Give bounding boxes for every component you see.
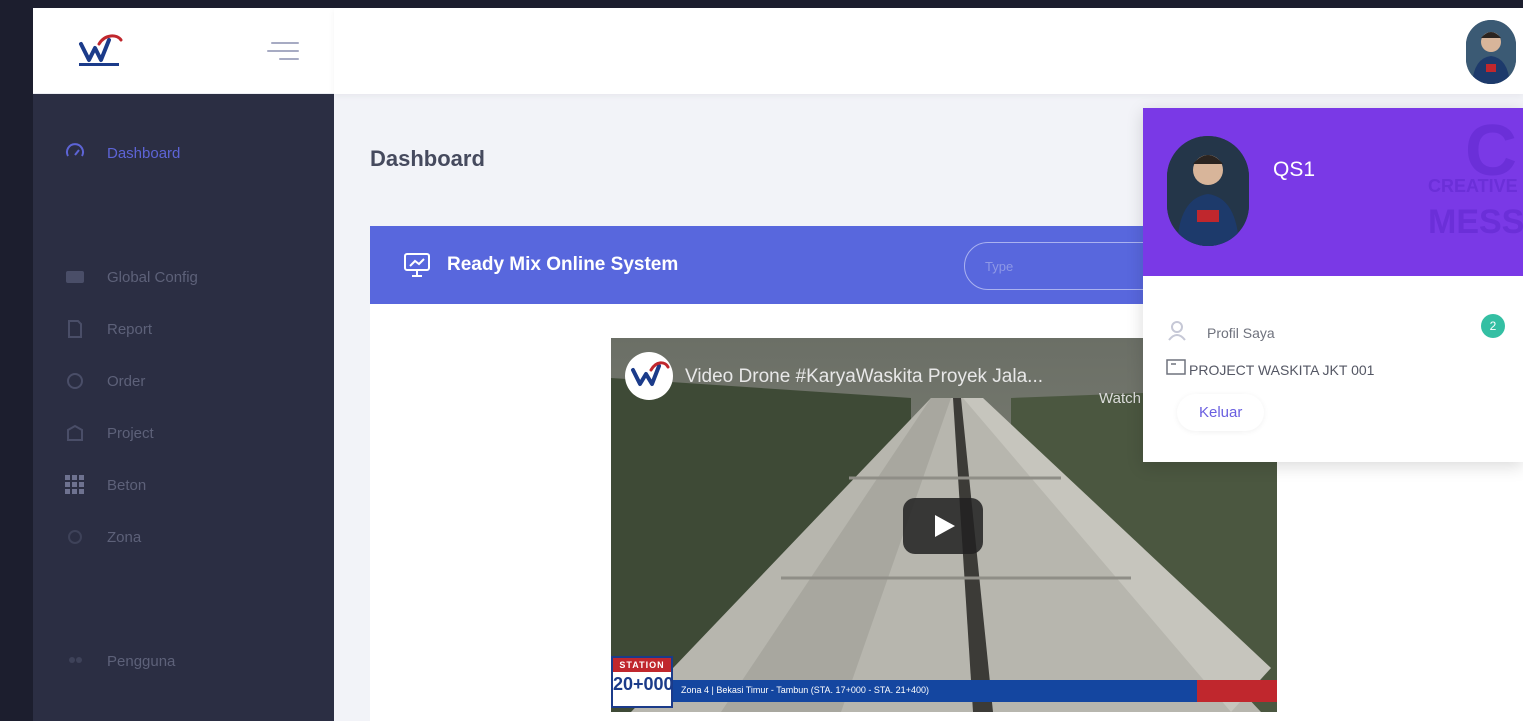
sidebar-item-global-config[interactable]: Global Config bbox=[63, 262, 323, 292]
dropdown-item-label: PROJECT WASKITA JKT 001 bbox=[1189, 361, 1375, 378]
presentation-icon bbox=[404, 253, 430, 277]
sidebar-item-dashboard[interactable]: Dashboard bbox=[63, 138, 323, 168]
sidebar-item-label: Dashboard bbox=[107, 144, 181, 162]
dropdown-item-label: Profil Saya bbox=[1207, 324, 1275, 341]
page-title: Dashboard bbox=[370, 146, 485, 171]
waskita-logo[interactable] bbox=[75, 30, 125, 70]
sidebar-item-zona[interactable]: Zona bbox=[63, 522, 323, 552]
channel-logo-icon[interactable] bbox=[625, 352, 673, 400]
station-value: 20+000 bbox=[613, 674, 674, 694]
sidebar-item-label: Report bbox=[107, 320, 153, 338]
dropdown-item-profil-saya[interactable]: Profil Saya bbox=[1165, 318, 1275, 347]
sidebar-item-label: Pengguna bbox=[107, 652, 176, 670]
station-label: STATION bbox=[613, 658, 671, 672]
sidebar-item-order[interactable]: Order bbox=[63, 366, 323, 396]
sidebar-item-label: Global Config bbox=[107, 268, 198, 286]
video-title[interactable]: Video Drone #KaryaWaskita Proyek Jala... bbox=[685, 366, 1043, 388]
order-icon bbox=[63, 369, 87, 393]
play-icon bbox=[935, 515, 955, 537]
watch-later-label[interactable]: Watch bbox=[1099, 390, 1141, 407]
config-icon bbox=[63, 265, 87, 289]
header-bg-word: CREATIVE bbox=[1428, 176, 1518, 196]
sidebar: Dashboard Global Config Report Order Pro… bbox=[33, 94, 334, 721]
ticker-date-strip bbox=[1197, 680, 1277, 702]
portlet-title: Ready Mix Online System bbox=[447, 254, 679, 275]
sidebar-item-beton[interactable]: Beton bbox=[63, 470, 323, 500]
dropdown-header: C CREATIVE MESS QS1 bbox=[1143, 108, 1523, 276]
grid-icon bbox=[63, 473, 87, 497]
sidebar-item-label: Beton bbox=[107, 476, 147, 494]
profile-icon bbox=[1165, 318, 1189, 347]
play-button[interactable] bbox=[903, 498, 983, 554]
app-frame: Dashboard Global Config Report Order Pro… bbox=[33, 8, 1523, 721]
station-marker: STATION 20+000 bbox=[611, 656, 674, 708]
sidebar-item-label: Zona bbox=[107, 528, 142, 546]
sidebar-item-label: Order bbox=[107, 372, 146, 390]
dropdown-item-project[interactable]: PROJECT WASKITA JKT 001 bbox=[1165, 358, 1374, 381]
report-icon bbox=[63, 317, 87, 341]
dropdown-avatar bbox=[1167, 136, 1249, 246]
user-avatar[interactable] bbox=[1466, 20, 1516, 84]
dashboard-icon bbox=[63, 141, 87, 165]
top-header bbox=[334, 8, 1523, 94]
zone-icon bbox=[63, 525, 87, 549]
sidebar-item-report[interactable]: Report bbox=[63, 314, 323, 344]
ticker-text: Zona 4 | Bekasi Timur - Tambun (STA. 17+… bbox=[681, 685, 929, 695]
logout-button[interactable]: Keluar bbox=[1177, 394, 1265, 431]
brand-area bbox=[33, 8, 334, 94]
users-icon bbox=[63, 649, 87, 673]
project-icon bbox=[1165, 358, 1187, 381]
project-icon bbox=[63, 421, 87, 445]
user-name: QS1 bbox=[1273, 158, 1316, 181]
hamburger-menu-icon[interactable] bbox=[267, 40, 299, 62]
header-bg-graphic: CREATIVE MESS bbox=[1428, 168, 1523, 240]
video-ticker: Zona 4 | Bekasi Timur - Tambun (STA. 17+… bbox=[673, 680, 1277, 702]
sidebar-item-project[interactable]: Project bbox=[63, 418, 323, 448]
sidebar-item-label: Project bbox=[107, 424, 154, 442]
notification-badge: 2 bbox=[1481, 314, 1505, 338]
user-dropdown: C CREATIVE MESS QS1 Profil Saya 2 PROJEC… bbox=[1143, 108, 1523, 462]
header-bg-word: MESS bbox=[1428, 203, 1523, 241]
sidebar-item-pengguna[interactable]: Pengguna bbox=[63, 646, 323, 676]
